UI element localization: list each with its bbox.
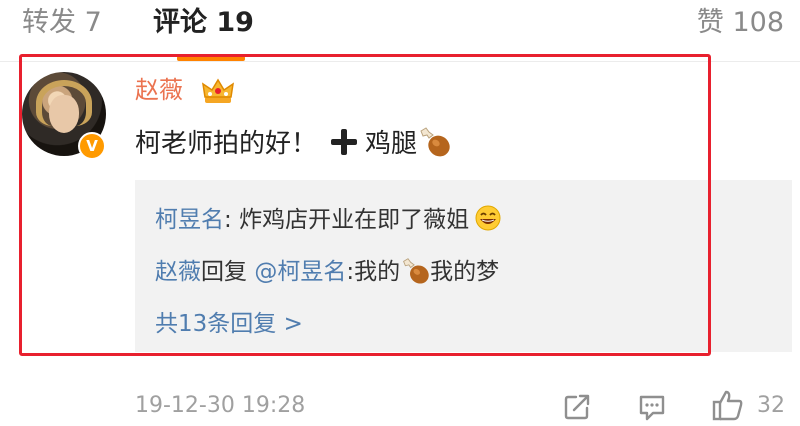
reply-text: 炸鸡店开业在即了薇姐 [239, 207, 470, 233]
grinning-face-icon [475, 205, 501, 231]
reply-icon[interactable] [637, 392, 667, 422]
comment-text: 柯老师拍的好！ 鸡腿 [135, 126, 451, 161]
drumstick-icon [420, 127, 450, 157]
reply-separator: : [224, 207, 240, 233]
reply-box: 柯昱名: 炸鸡店开业在即了薇姐 赵薇回复 @柯昱名:我的 我的梦 共13条回复 … [135, 180, 792, 352]
reply-text-before-icon: 我的 [354, 259, 401, 285]
thumbs-up-icon[interactable] [711, 388, 745, 422]
reply-mention-link[interactable]: @柯昱名 [254, 259, 346, 285]
drumstick-icon [403, 258, 429, 284]
comment-item: V 赵薇 柯老师拍的好！ 鸡腿 柯昱名: 炸鸡店开业在即了薇姐 赵薇回复 @柯昱名… [0, 62, 800, 362]
more-replies-link[interactable]: 共13条回复 > [155, 308, 303, 340]
tab-reposts[interactable]: 转发 7 [22, 6, 102, 40]
tab-likes[interactable]: 赞 108 [697, 6, 784, 40]
comment-text-after-plus: 鸡腿 [365, 129, 418, 159]
tab-comments[interactable]: 评论 19 [153, 6, 254, 40]
comment-tabs: 转发 7 评论 19 赞 108 [0, 0, 800, 62]
plus-icon [331, 129, 358, 155]
reply-item: 赵薇回复 @柯昱名:我的 我的梦 [155, 256, 499, 288]
crown-icon [201, 78, 235, 103]
reply-author-link[interactable]: 赵薇 [155, 259, 201, 285]
reply-item: 柯昱名: 炸鸡店开业在即了薇姐 [155, 204, 501, 236]
reply-separator: : [346, 259, 355, 285]
reply-text-after-icon: 我的梦 [430, 259, 500, 285]
comment-footer: 19-12-30 19:28 32 [0, 386, 800, 426]
share-icon[interactable] [562, 392, 592, 422]
reply-author-link[interactable]: 柯昱名 [155, 207, 224, 233]
like-count: 32 [757, 393, 785, 418]
comment-timestamp: 19-12-30 19:28 [135, 393, 306, 418]
comment-username[interactable]: 赵薇 [135, 74, 183, 106]
reply-word: 回复 [201, 259, 247, 285]
avatar-face [49, 95, 79, 133]
verified-badge-icon: V [78, 132, 106, 160]
comment-text-main: 柯老师拍的好！ [135, 129, 318, 159]
